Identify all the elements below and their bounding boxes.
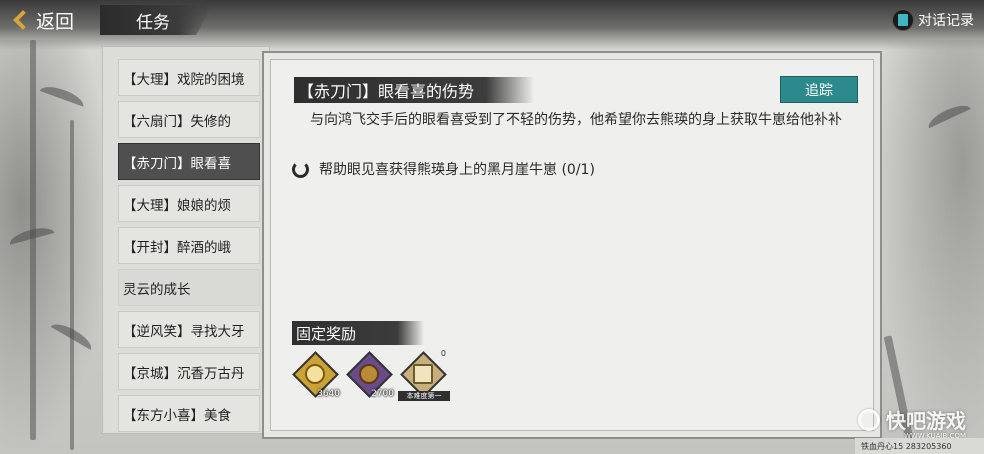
ink-wash-right (874, 40, 984, 454)
bamboo-stalk (70, 120, 74, 450)
log-book-icon (892, 9, 914, 31)
back-button[interactable]: 返回 (10, 5, 90, 35)
copper-coin-icon (359, 364, 379, 384)
reward-corner-count: 0 (440, 349, 446, 358)
back-label: 返回 (36, 10, 75, 33)
ink-wash-left (0, 40, 110, 454)
dialog-log-button[interactable]: 对话记录 (892, 8, 974, 32)
quest-list-item[interactable]: 【大理】娘娘的烦 (118, 185, 260, 222)
reward-count: 2700 (371, 389, 394, 399)
watermark-text: 快吧游戏 (886, 409, 966, 433)
progress-ring-icon (292, 160, 309, 178)
reward-manual-book[interactable]: 0 本难度第一 (398, 349, 450, 401)
objective-text: 帮助眼见喜获得熊瑛身上的黑月崖牛崽 (0/1) (319, 162, 595, 178)
watermark-logo-icon (858, 408, 880, 431)
quest-list-item-selected[interactable]: 【赤刀门】眼看喜 (118, 143, 260, 180)
quest-list-item[interactable]: 【东方小喜】美食 (118, 395, 260, 432)
quest-list-item[interactable]: 灵云的成长 (118, 269, 260, 306)
track-button[interactable]: 追踪 (780, 76, 858, 103)
reward-copper-coin[interactable]: 2700 (345, 350, 394, 399)
quest-list-item[interactable]: 【大理】戏院的困境 (118, 59, 260, 96)
gold-coin-icon (305, 364, 325, 384)
quest-list[interactable]: 【大理】戏院的困境 【六扇门】失修的 【赤刀门】眼看喜 【大理】娘娘的烦 【开封… (102, 46, 270, 434)
quest-list-item[interactable]: 【六扇门】失修的 (118, 101, 260, 138)
quest-description: 与向鸿飞交手后的眼看喜受到了不轻的伤势，他希望你去熊瑛的身上获取牛崽给他补补 (310, 112, 842, 128)
bamboo-stalk (30, 40, 36, 440)
quest-objective: 帮助眼见喜获得熊瑛身上的黑月崖牛崽 (0/1) (292, 159, 595, 179)
quest-title: 【赤刀门】眼看喜的伤势 (294, 77, 534, 103)
quest-list-item[interactable]: 【京城】沉香万古丹 (118, 353, 260, 390)
page-title: 任务 (100, 5, 212, 35)
rewards-title: 固定奖励 (292, 321, 424, 345)
reward-tag: 本难度第一 (398, 391, 450, 401)
manual-book-icon (413, 364, 433, 384)
quest-detail-panel: 【赤刀门】眼看喜的伤势 追踪 与向鸿飞交手后的眼看喜受到了不轻的伤势，他希望你去… (262, 51, 882, 439)
chevron-left-icon (13, 10, 33, 30)
footer-id-strip: 铁血丹心15 283205360 (855, 438, 984, 454)
quest-list-item[interactable]: 【开封】醉酒的峨 (118, 227, 260, 264)
quest-list-item[interactable]: 【逆风笑】寻找大牙 (118, 311, 260, 348)
dialog-log-label: 对话记录 (918, 13, 974, 29)
reward-count: 3640 (317, 389, 340, 399)
watermark: 快吧游戏 (858, 405, 966, 434)
reward-gold-coin[interactable]: 3640 (291, 350, 340, 399)
